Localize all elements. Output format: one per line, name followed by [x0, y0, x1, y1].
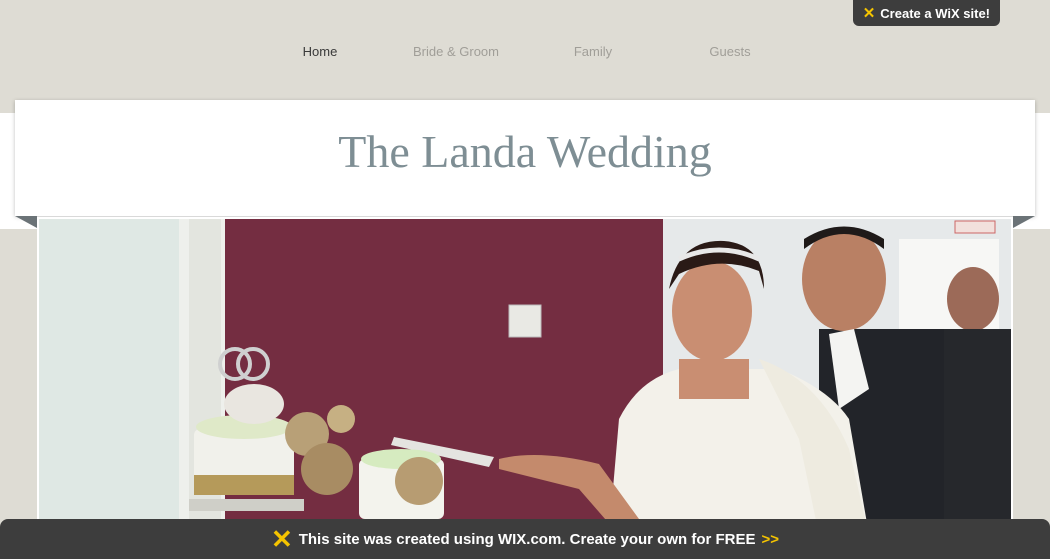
wix-x-icon: ✕: [270, 524, 293, 554]
ribbon-fold-left: [15, 216, 37, 228]
create-wix-site-button[interactable]: ✕ Create a WiX site!: [852, 0, 1000, 26]
site-title: The Landa Wedding: [338, 126, 712, 177]
nav-item-bride-groom[interactable]: Bride & Groom: [413, 44, 499, 59]
nav-item-home[interactable]: Home: [303, 44, 338, 59]
wedding-photo: [37, 217, 1013, 537]
create-wix-site-label: Create a WiX site!: [880, 5, 990, 21]
nav-item-family[interactable]: Family: [574, 44, 612, 59]
wix-promo-bar[interactable]: ✕ This site was created using WIX.com. C…: [0, 519, 1050, 559]
ribbon-fold-right: [1013, 216, 1035, 228]
nav-item-guests[interactable]: Guests: [709, 44, 750, 59]
wix-promo-arrows[interactable]: >>: [762, 531, 780, 548]
wix-x-icon: ✕: [862, 4, 876, 22]
wix-promo-text: This site was created using WIX.com. Cre…: [298, 530, 756, 548]
main-nav: Home Bride & Groom Family Guests: [0, 44, 1050, 64]
